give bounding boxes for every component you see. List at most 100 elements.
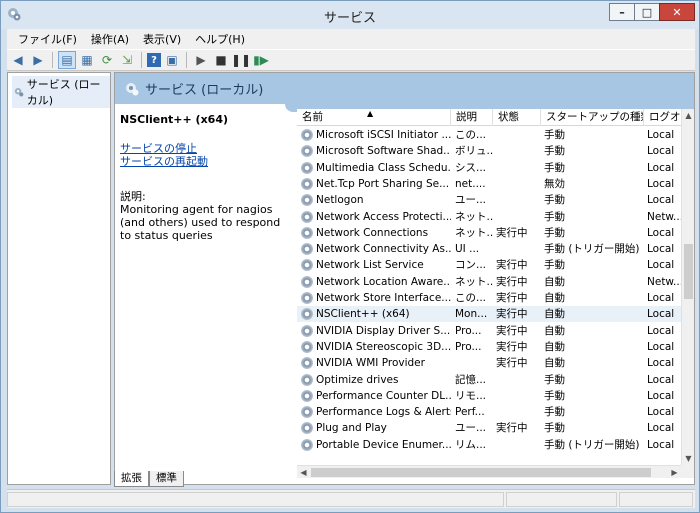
service-gear-icon (301, 145, 313, 158)
stop-icon[interactable]: ■ (212, 51, 230, 69)
column-name[interactable]: 名前 ▲ (297, 109, 451, 126)
table-row[interactable]: Network List Service コン... 実行中 手動 Local (297, 257, 681, 273)
show-tree-icon[interactable]: ▤ (58, 51, 76, 69)
stop-service-link[interactable]: サービスの停止 (120, 142, 292, 155)
service-status: 実行中 (496, 357, 528, 370)
export-icon[interactable]: ⇲ (118, 51, 136, 69)
service-startup-type: 手動 (544, 194, 565, 207)
service-logon: Local (647, 292, 675, 304)
service-gear-icon (301, 259, 313, 272)
help-icon[interactable]: ? (147, 53, 161, 67)
back-arrow-icon[interactable]: ◀ (9, 51, 27, 69)
service-logon: Local (647, 340, 675, 353)
column-logon[interactable]: ログオン (644, 109, 681, 126)
refresh-icon[interactable]: ⟳ (98, 51, 116, 69)
tab-extended[interactable]: 拡張 (114, 471, 149, 487)
properties-icon[interactable]: ▦ (78, 51, 96, 69)
play-icon[interactable]: ▶ (192, 51, 210, 69)
service-description: net.... (455, 177, 486, 190)
pause-icon[interactable]: ❚❚ (231, 51, 251, 69)
services-panel: サービス (ローカル) NSClient++ (x64) サービスの停止 サービ… (114, 72, 695, 485)
table-row[interactable]: Plug and Play ユー... 実行中 手動 Local (297, 420, 681, 436)
list-header: 名前 ▲ 説明 状態 スタートアップの種類 ログオン (297, 109, 681, 126)
service-logon: Local (647, 389, 675, 402)
service-gear-icon (301, 226, 313, 239)
scroll-up-icon[interactable]: ▲ (682, 109, 694, 122)
service-gear-icon (301, 161, 313, 174)
table-row[interactable]: Portable Device Enumer... リム... 手動 (トリガー開始… (297, 437, 681, 453)
table-row[interactable]: NVIDIA Display Driver S... Pro... 実行中 自動 Loc… (297, 323, 681, 339)
table-row[interactable]: NVIDIA WMI Provider 実行中 自動 Local (297, 355, 681, 371)
table-row[interactable]: Performance Counter DL... リモ... 手動 Local (297, 388, 681, 404)
table-row[interactable]: NVIDIA Stereoscopic 3D... Pro... 実行中 自動 Loca… (297, 339, 681, 355)
column-startup-type[interactable]: スタートアップの種類 (541, 109, 644, 126)
horizontal-scrollbar[interactable]: ◀ ▶ (297, 465, 681, 478)
service-name: Performance Counter DL... (316, 389, 451, 402)
title-bar[interactable]: サービス – □ ✕ (1, 1, 699, 29)
table-row[interactable]: Net.Tcp Port Sharing Se... net.... 無効 Local (297, 176, 681, 192)
scrollbar-corner (681, 465, 694, 478)
forward-arrow-icon[interactable]: ▶ (29, 51, 47, 69)
restart-service-link[interactable]: サービスの再起動 (120, 155, 292, 168)
description-text: Monitoring agent for nagios (and others)… (120, 203, 281, 242)
service-startup-type: 手動 (544, 145, 565, 158)
service-description (455, 355, 493, 371)
close-button[interactable]: ✕ (659, 3, 695, 21)
table-row[interactable]: Microsoft Software Shad... ボリュ... 手動 Local (297, 143, 681, 159)
service-logon: Local (647, 226, 675, 239)
table-row[interactable]: Netlogon ユー... 手動 Local (297, 192, 681, 208)
service-status: 実行中 (496, 292, 528, 304)
console-icon[interactable]: ▣ (163, 51, 181, 69)
service-logon: Local (647, 324, 675, 337)
service-gear-icon (301, 357, 313, 370)
service-description: ネット... (455, 275, 493, 288)
column-status[interactable]: 状態 (493, 109, 541, 126)
scroll-left-icon[interactable]: ◀ (297, 466, 310, 479)
service-startup-type: 手動 (544, 226, 565, 239)
table-row[interactable]: Network Store Interface... この... 実行中 自動 Loca… (297, 290, 681, 306)
service-logon: Local (647, 308, 675, 321)
table-row[interactable]: Multimedia Class Schedu... シス... 手動 Local (297, 160, 681, 176)
maximize-button[interactable]: □ (634, 3, 660, 21)
menu-file[interactable]: ファイル(F) (11, 31, 84, 47)
tab-standard[interactable]: 標準 (149, 471, 184, 487)
services-gear-icon (14, 87, 24, 97)
service-status: 実行中 (496, 226, 528, 239)
menu-help[interactable]: ヘルプ(H) (188, 31, 252, 47)
menu-view[interactable]: 表示(V) (136, 31, 188, 47)
service-description: ネット... (455, 226, 493, 239)
service-description: Mon... (455, 308, 488, 321)
service-logon: Local (647, 373, 675, 386)
service-gear-icon (301, 340, 313, 353)
service-description: この... (455, 129, 487, 141)
service-name: Network Access Protecti... (316, 210, 451, 223)
table-row[interactable]: Network Location Aware... ネット... 実行中 自動 Netw… (297, 274, 681, 290)
service-gear-icon (301, 373, 313, 386)
service-startup-type: 無効 (544, 177, 565, 190)
service-logon: Local (647, 422, 675, 435)
table-row[interactable]: NSClient++ (x64) Mon... 実行中 自動 Local (297, 306, 681, 323)
tree-item-services-local[interactable]: サービス (ローカル) (12, 76, 110, 108)
table-row[interactable]: Optimize drives 記憶... 手動 Local (297, 372, 681, 388)
service-logon: Local (647, 177, 675, 190)
menu-action[interactable]: 操作(A) (84, 31, 136, 47)
minimize-button[interactable]: – (609, 3, 635, 21)
restart-icon[interactable]: ▮▶ (252, 51, 270, 69)
table-row[interactable]: Network Connectivity As... UI ... 手動 (トリガー… (297, 241, 681, 257)
service-status (496, 143, 538, 159)
vertical-scrollbar[interactable]: ▲ ▼ (681, 109, 694, 465)
service-logon: Local (647, 259, 675, 272)
scroll-down-icon[interactable]: ▼ (682, 452, 694, 465)
table-row[interactable]: Performance Logs & Alerts Perf... 手動 Local (297, 404, 681, 420)
table-row[interactable]: Microsoft iSCSI Initiator ... この... 手動 Loca… (297, 127, 681, 143)
service-gear-icon (301, 422, 313, 435)
table-row[interactable]: Network Connections ネット... 実行中 手動 Local (297, 225, 681, 241)
service-name: Plug and Play (316, 422, 387, 435)
scroll-thumb[interactable] (684, 244, 693, 299)
service-status (496, 127, 538, 143)
table-row[interactable]: Network Access Protecti... ネット... 手動 Netw..… (297, 209, 681, 225)
column-description[interactable]: 説明 (451, 109, 493, 126)
scroll-thumb-horizontal[interactable] (311, 468, 651, 477)
scroll-right-icon[interactable]: ▶ (668, 466, 681, 479)
service-gear-icon (301, 194, 313, 207)
